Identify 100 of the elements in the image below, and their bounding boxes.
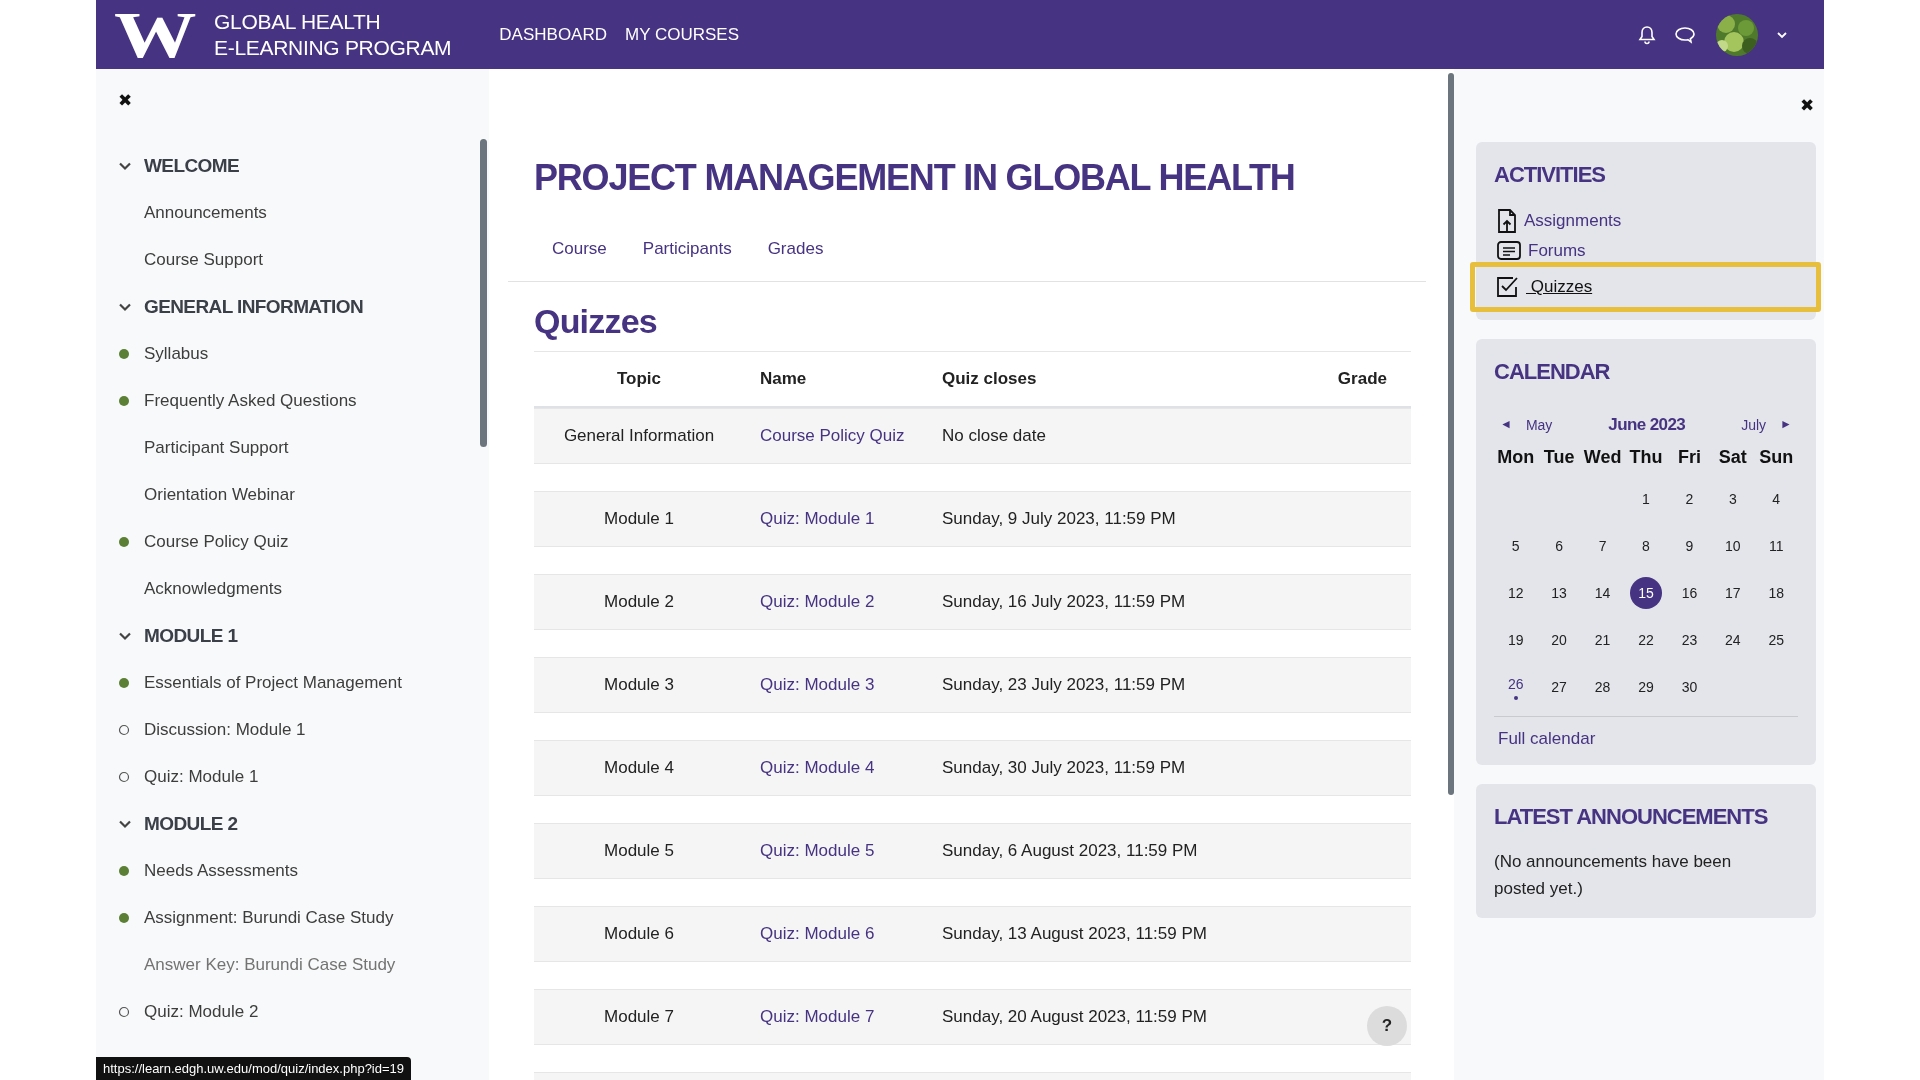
- course-index-link[interactable]: Assignment: Burundi Case Study: [144, 907, 394, 928]
- calendar-day[interactable]: 8: [1630, 529, 1662, 562]
- section-heading[interactable]: GENERAL INFORMATION: [144, 295, 364, 318]
- calendar-day[interactable]: 9: [1673, 529, 1706, 562]
- quiz-link[interactable]: Quiz: Module 2: [760, 592, 875, 611]
- calendar-day[interactable]: 19: [1499, 623, 1532, 656]
- calendar-day[interactable]: 11: [1760, 529, 1793, 562]
- previous-month-link[interactable]: ◄ May: [1500, 417, 1553, 433]
- calendar-day[interactable]: 16: [1673, 576, 1706, 609]
- caret-icon[interactable]: [1776, 30, 1788, 39]
- nav-tab[interactable]: Participants: [642, 239, 732, 263]
- course-index-link[interactable]: Course Support: [144, 249, 264, 270]
- table-cell-text: Module 6: [603, 924, 675, 944]
- column-header: Grade: [1336, 369, 1388, 389]
- nav-tab[interactable]: Grades: [767, 239, 824, 263]
- calendar-day[interactable]: 10: [1716, 529, 1749, 562]
- calendar-day[interactable]: 13: [1543, 576, 1576, 609]
- calendar-day[interactable]: 17: [1716, 576, 1749, 609]
- quiz-link[interactable]: Quiz: Module 7: [760, 1007, 875, 1026]
- quiz-link[interactable]: Quiz: Module 6: [760, 924, 875, 943]
- course-index-link[interactable]: Syllabus: [144, 343, 209, 364]
- weekday-label: Tue: [1542, 447, 1576, 469]
- quiz-link[interactable]: Quiz: Module 1: [760, 509, 875, 528]
- section-heading[interactable]: MODULE 1: [144, 624, 238, 647]
- weekday-label: Wed: [1582, 447, 1623, 469]
- chevron-icon[interactable]: [118, 160, 132, 171]
- calendar-day[interactable]: 23: [1673, 623, 1706, 656]
- table-cell-text: Module 7: [603, 1007, 675, 1027]
- nav-tab[interactable]: Course: [552, 239, 607, 263]
- calendar-day[interactable]: 21: [1586, 623, 1619, 656]
- calendar-day[interactable]: 24: [1716, 623, 1749, 656]
- calendar-day[interactable]: 28: [1586, 670, 1619, 703]
- calendar-day[interactable]: 3: [1716, 482, 1749, 515]
- nav-link[interactable]: DASHBOARD: [499, 24, 607, 45]
- calendar-day[interactable]: 15: [1630, 576, 1662, 609]
- calendar-day[interactable]: 18: [1760, 576, 1793, 609]
- chevron-icon[interactable]: [118, 818, 132, 829]
- close-button[interactable]: ✖: [118, 90, 132, 111]
- course-index-link[interactable]: Answer Key: Burundi Case Study: [144, 954, 396, 975]
- quiz-link[interactable]: Course Policy Quiz: [760, 426, 905, 445]
- course-index-link[interactable]: Orientation Webinar: [144, 484, 295, 505]
- calendar-day[interactable]: 5: [1499, 529, 1532, 562]
- chevron-icon[interactable]: [118, 630, 132, 641]
- quiz-link[interactable]: Quiz: Module 5: [760, 841, 875, 860]
- calendar-day[interactable]: 7: [1586, 529, 1619, 562]
- course-index-link[interactable]: Announcements: [144, 202, 267, 223]
- nav-link[interactable]: MY COURSES: [625, 24, 739, 45]
- course-index-link[interactable]: Participant Support: [144, 437, 289, 458]
- section-heading[interactable]: MODULE 2: [144, 812, 238, 835]
- file-upload-icon: [1496, 208, 1518, 234]
- block-title: CALENDAR: [1494, 359, 1611, 385]
- activity-link[interactable]: Forums: [1528, 241, 1586, 261]
- quiz-link[interactable]: Quiz: Module 4: [760, 758, 875, 777]
- calendar-day[interactable]: 1: [1630, 482, 1662, 515]
- calendar-day[interactable]: 12: [1499, 576, 1532, 609]
- full-calendar-link[interactable]: Full calendar: [1494, 729, 1596, 748]
- table-cell-text: Sunday, 30 July 2023, 11:59 PM: [942, 758, 1187, 778]
- calendar-day[interactable]: 27: [1543, 670, 1576, 703]
- table-cell-text: Module 1: [603, 509, 675, 529]
- calendar-day[interactable]: 4: [1760, 482, 1793, 515]
- activity-link[interactable]: Quizzes: [1526, 277, 1593, 297]
- calendar-day[interactable]: 26: [1499, 673, 1532, 694]
- calendar-day[interactable]: 30: [1673, 670, 1706, 703]
- section-heading[interactable]: WELCOME: [144, 154, 239, 177]
- calendar-day[interactable]: 2: [1673, 482, 1706, 515]
- course-index-link[interactable]: Essentials of Project Management: [144, 672, 402, 693]
- calendar-day[interactable]: 25: [1760, 623, 1793, 656]
- table-cell-text: Sunday, 13 August 2023, 11:59 PM: [942, 924, 1208, 944]
- table-cell-text: Sunday, 9 July 2023, 11:59 PM: [942, 509, 1177, 529]
- chevron-icon[interactable]: [118, 301, 132, 312]
- column-header: Topic: [615, 369, 663, 389]
- close-button[interactable]: ✖: [1800, 95, 1814, 116]
- course-index-link[interactable]: Frequently Asked Questions: [144, 390, 357, 411]
- course-index-link[interactable]: Acknowledgments: [144, 578, 282, 599]
- weekday-label: Fri: [1676, 447, 1702, 469]
- activity-link[interactable]: Assignments: [1524, 211, 1622, 231]
- scrollbar-thumb[interactable]: [480, 139, 487, 447]
- course-index-link[interactable]: Needs Assessments: [144, 860, 298, 881]
- logo-text: E-LEARNING PROGRAM: [214, 34, 452, 61]
- calendar-day[interactable]: 6: [1543, 529, 1576, 562]
- course-index-link[interactable]: Quiz: Module 1: [144, 766, 259, 787]
- weekday-label: Thu: [1628, 447, 1664, 469]
- quiz-link[interactable]: Quiz: Module 3: [760, 675, 875, 694]
- section-heading: Quizzes: [534, 302, 658, 341]
- calendar-day[interactable]: 20: [1543, 623, 1576, 656]
- chat-icon[interactable]: [1674, 24, 1696, 45]
- scrollbar-thumb[interactable]: [1448, 73, 1454, 795]
- month-title: June 2023: [1608, 415, 1686, 435]
- table-cell-text: Module 2: [603, 592, 675, 612]
- course-index-link[interactable]: Quiz: Module 2: [144, 1001, 259, 1022]
- table-cell-text: Module 4: [603, 758, 675, 778]
- bell-icon[interactable]: [1638, 24, 1656, 45]
- table-cell-text: Sunday, 23 July 2023, 11:59 PM: [942, 675, 1187, 695]
- calendar-day[interactable]: 22: [1630, 623, 1662, 656]
- column-header: Name: [759, 369, 808, 389]
- next-month-link[interactable]: July ►: [1741, 417, 1792, 433]
- calendar-day[interactable]: 29: [1630, 670, 1662, 703]
- course-index-link[interactable]: Course Policy Quiz: [144, 531, 289, 552]
- course-index-link[interactable]: Discussion: Module 1: [144, 719, 306, 740]
- calendar-day[interactable]: 14: [1586, 576, 1619, 609]
